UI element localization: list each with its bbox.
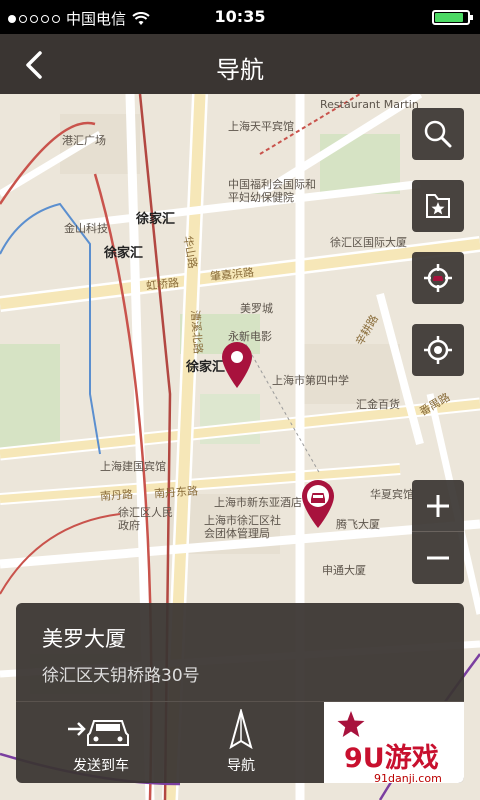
road-label: 漕溪北路: [188, 309, 205, 355]
zoom-in-button[interactable]: [412, 480, 464, 532]
poi-label: Restaurant Martin: [320, 98, 419, 111]
send-car-icon: [68, 720, 129, 746]
plus-icon: [427, 495, 449, 517]
selected-location-pin[interactable]: [220, 340, 254, 390]
watermark-url: 91danji.com: [374, 772, 442, 785]
poi-label: 港汇广场: [62, 134, 106, 147]
road-label: 虹桥路: [145, 276, 180, 293]
poi-label: 汇金百货: [356, 398, 400, 411]
poi-label: 上海建国宾馆: [100, 460, 166, 473]
poi-label: 美罗城: [240, 302, 273, 315]
target-icon: [424, 264, 452, 292]
location-address: 徐汇区天钥桥路30号: [42, 666, 200, 686]
poi-label: 上海市第四中学: [272, 374, 349, 387]
poi-label: 中国福利会国际和平妇幼保健院: [228, 178, 316, 204]
poi-label: 徐汇区国际大厦: [330, 236, 407, 249]
navigate-button[interactable]: 导航: [206, 709, 276, 779]
folder-star-icon: [426, 194, 450, 218]
car-location-pin[interactable]: [300, 478, 336, 530]
zoom-out-button[interactable]: [412, 532, 464, 584]
poi-label: 华夏宾馆: [370, 488, 414, 501]
minus-icon: [427, 556, 449, 560]
favorites-button[interactable]: [412, 180, 464, 232]
my-location-button[interactable]: [412, 324, 464, 376]
road-label: 南丹路: [99, 487, 134, 504]
status-bar: 中国电信 10:35: [0, 0, 480, 34]
poi-label: 上海市新东亚酒店: [214, 496, 302, 509]
send-to-car-button[interactable]: 发送到车: [56, 713, 146, 779]
locate-target-button[interactable]: [412, 252, 464, 304]
navigate-label: 导航: [227, 758, 255, 774]
navigation-bar: 导航: [0, 34, 480, 94]
search-button[interactable]: [412, 108, 464, 160]
watermark: 9U游戏 91danji.com: [304, 732, 474, 792]
metro-station-label: 徐家汇: [104, 246, 144, 261]
search-icon: [424, 120, 452, 148]
battery-icon: [432, 10, 473, 25]
metro-station-label: 徐家汇: [136, 212, 176, 227]
location-name: 美罗大厦: [42, 627, 126, 651]
poi-label: 申通大厦: [322, 564, 366, 577]
road-label: 南丹东路: [153, 484, 199, 501]
poi-label: 腾飞大厦: [336, 518, 380, 531]
location-icon: [424, 336, 452, 364]
send-to-car-label: 发送到车: [73, 758, 129, 774]
poi-label: 徐汇区人民政府: [118, 506, 173, 532]
poi-label: 上海市徐汇区社会团体管理局: [204, 514, 281, 540]
clock: 10:35: [214, 7, 266, 26]
poi-label: 上海天平宾馆: [228, 120, 294, 133]
zoom-control: [412, 480, 464, 584]
navigation-arrow-icon: [229, 709, 253, 749]
watermark-logo: 9U游戏: [344, 743, 439, 774]
page-title: 导航: [216, 56, 264, 84]
poi-label: 金山科技: [64, 222, 108, 235]
